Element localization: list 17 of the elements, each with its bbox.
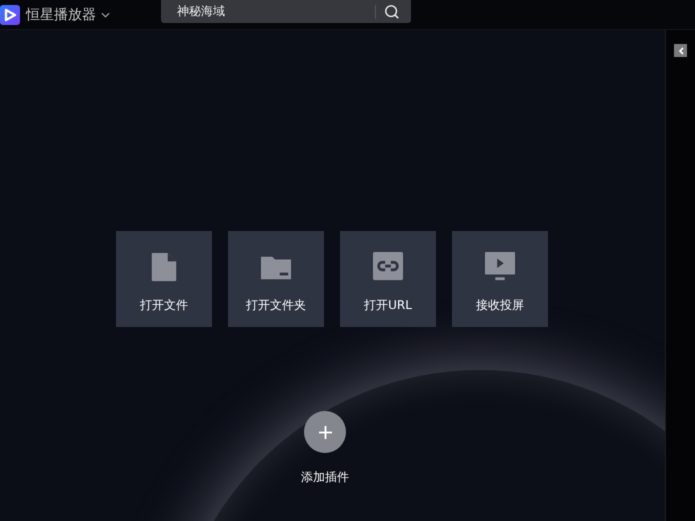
chevron-down-icon[interactable] [101,12,110,18]
document-icon [149,252,179,282]
chevron-left-icon [678,46,684,54]
app-title[interactable]: 恒星播放器 [26,6,96,24]
search-bar[interactable]: 神秘海域 [161,0,411,23]
plus-icon [318,426,332,438]
action-tile[interactable]: 接收投屏 [452,231,548,327]
action-tile[interactable]: 打开URL [340,231,436,327]
search-field[interactable]: 神秘海域 [161,4,375,20]
add-plugin-label[interactable]: 添加插件 [301,469,349,486]
action-tile[interactable]: 打开文件夹 [228,231,324,327]
action-tile[interactable]: 打开文件 [116,231,212,327]
logo-icon [0,4,20,24]
monitor-play-icon [485,252,515,282]
link-icon [373,252,403,282]
collapse-button[interactable] [674,44,687,57]
search-icon[interactable] [384,4,400,20]
